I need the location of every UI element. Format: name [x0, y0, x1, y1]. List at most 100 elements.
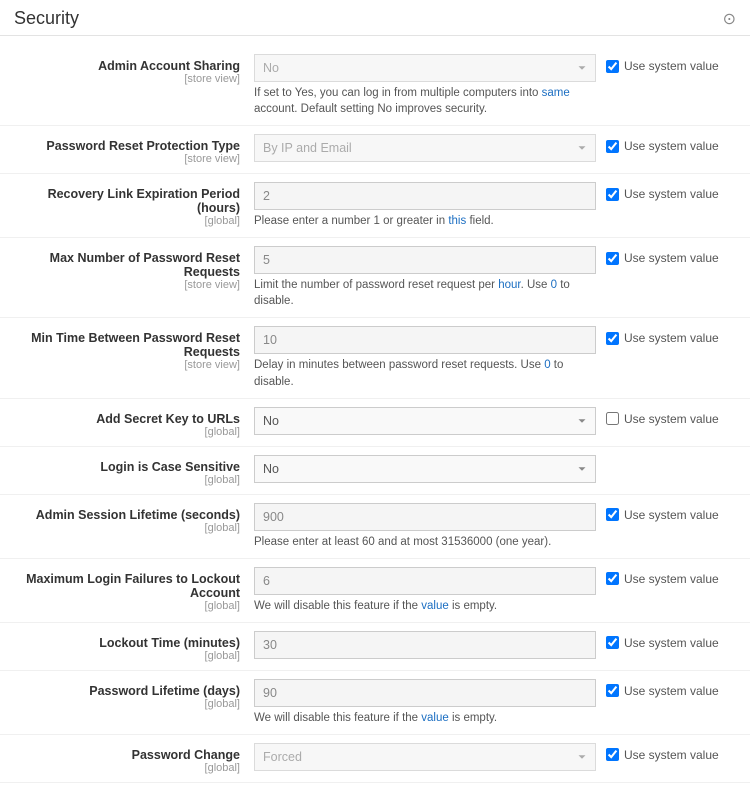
label-col-admin_session_lifetime: Admin Session Lifetime (seconds)[global] [14, 503, 254, 534]
use-system-text-admin_account_sharing: Use system value [624, 59, 719, 73]
label-col-login_case_sensitive: Login is Case Sensitive[global] [14, 455, 254, 486]
label-col-max_password_reset_requests: Max Number of Password Reset Requests[st… [14, 246, 254, 291]
field-note-link-admin_account_sharing[interactable]: same [542, 87, 570, 99]
field-label-min_time_between_resets: Min Time Between Password Reset Requests [14, 331, 240, 359]
use-system-text-recovery_link_expiration_period: Use system value [624, 187, 719, 201]
field-note-min_time_between_resets: Delay in minutes between password reset … [254, 357, 596, 389]
field-label-recovery_link_expiration_period: Recovery Link Expiration Period (hours) [14, 187, 240, 215]
form-row-password_lifetime: Password Lifetime (days)[global]We will … [0, 671, 750, 735]
use-system-label-password_reset_protection_type[interactable]: Use system value [606, 139, 719, 153]
label-col-min_time_between_resets: Min Time Between Password Reset Requests… [14, 326, 254, 371]
select-login_case_sensitive[interactable]: NoYes [254, 455, 596, 483]
select-add_secret_key[interactable]: NoYes [254, 407, 596, 435]
field-note-link-recovery_link_expiration_period[interactable]: this [448, 215, 466, 227]
input-col-admin_account_sharing: NoYesIf set to Yes, you can log in from … [254, 54, 606, 117]
checkbox-col-password_change: Use system value [606, 743, 736, 762]
use-system-label-min_time_between_resets[interactable]: Use system value [606, 331, 719, 345]
checkbox-col-min_time_between_resets: Use system value [606, 326, 736, 345]
form-row-lockout_time: Lockout Time (minutes)[global]Use system… [0, 623, 750, 671]
input-lockout_time[interactable] [254, 631, 596, 659]
use-system-text-max_password_reset_requests: Use system value [624, 251, 719, 265]
input-max_login_failures[interactable] [254, 567, 596, 595]
use-system-label-password_change[interactable]: Use system value [606, 748, 719, 762]
form-row-min_time_between_resets: Min Time Between Password Reset Requests… [0, 318, 750, 398]
input-col-admin_session_lifetime: Please enter at least 60 and at most 315… [254, 503, 606, 550]
field-scope-password_change: [global] [14, 762, 240, 774]
field-label-add_secret_key: Add Secret Key to URLs [14, 412, 240, 426]
field-scope-password_lifetime: [global] [14, 698, 240, 710]
input-col-add_secret_key: NoYes [254, 407, 606, 435]
checkbox-col-add_secret_key: Use system value [606, 407, 736, 426]
input-recovery_link_expiration_period[interactable] [254, 182, 596, 210]
checkbox-col-admin_account_sharing: Use system value [606, 54, 736, 73]
use-system-label-add_secret_key[interactable]: Use system value [606, 412, 719, 426]
field-scope-recovery_link_expiration_period: [global] [14, 215, 240, 227]
use-system-text-password_lifetime: Use system value [624, 684, 719, 698]
use-system-label-admin_account_sharing[interactable]: Use system value [606, 59, 719, 73]
form-row-password_change: Password Change[global]ForcedRecommended… [0, 735, 750, 783]
checkbox-col-password_lifetime: Use system value [606, 679, 736, 698]
checkbox-col-recovery_link_expiration_period: Use system value [606, 182, 736, 201]
field-scope-lockout_time: [global] [14, 650, 240, 662]
use-system-checkbox-admin_account_sharing[interactable] [606, 60, 619, 73]
use-system-checkbox-admin_session_lifetime[interactable] [606, 508, 619, 521]
use-system-checkbox-password_change[interactable] [606, 748, 619, 761]
field-scope-password_reset_protection_type: [store view] [14, 153, 240, 165]
select-password_change[interactable]: ForcedRecommendedRequired [254, 743, 596, 771]
collapse-icon[interactable]: ⊙ [723, 9, 736, 29]
input-col-password_lifetime: We will disable this feature if the valu… [254, 679, 606, 726]
note-link-0[interactable]: 0 [551, 279, 557, 291]
form-row-login_case_sensitive: Login is Case Sensitive[global]NoYes [0, 447, 750, 495]
use-system-label-max_password_reset_requests[interactable]: Use system value [606, 251, 719, 265]
form-row-add_secret_key: Add Secret Key to URLs[global] NoYes Use s… [0, 399, 750, 447]
use-system-checkbox-lockout_time[interactable] [606, 636, 619, 649]
use-system-checkbox-recovery_link_expiration_period[interactable] [606, 188, 619, 201]
use-system-label-admin_session_lifetime[interactable]: Use system value [606, 508, 719, 522]
field-note-admin_session_lifetime: Please enter at least 60 and at most 315… [254, 534, 596, 550]
use-system-label-max_login_failures[interactable]: Use system value [606, 572, 719, 586]
select-admin_account_sharing[interactable]: NoYes [254, 54, 596, 82]
field-label-admin_account_sharing: Admin Account Sharing [14, 59, 240, 73]
use-system-label-lockout_time[interactable]: Use system value [606, 636, 719, 650]
content-area: Admin Account Sharing [store view] NoYesIf… [0, 36, 750, 793]
checkbox-col-max_password_reset_requests: Use system value [606, 246, 736, 265]
use-system-checkbox-password_lifetime[interactable] [606, 684, 619, 697]
input-min_time_between_resets[interactable] [254, 326, 596, 354]
checkbox-col-max_login_failures: Use system value [606, 567, 736, 586]
field-note-recovery_link_expiration_period: Please enter a number 1 or greater in th… [254, 213, 596, 229]
input-col-min_time_between_resets: Delay in minutes between password reset … [254, 326, 606, 389]
page-title: Security [14, 8, 79, 29]
checkbox-col-password_reset_protection_type: Use system value [606, 134, 736, 153]
field-note-link-password_lifetime[interactable]: value [421, 712, 449, 724]
input-col-recovery_link_expiration_period: Please enter a number 1 or greater in th… [254, 182, 606, 229]
field-scope-login_case_sensitive: [global] [14, 474, 240, 486]
note-link-hour[interactable]: hour [498, 279, 520, 291]
field-scope-max_login_failures: [global] [14, 600, 240, 612]
use-system-checkbox-min_time_between_resets[interactable] [606, 332, 619, 345]
field-note-max_login_failures: We will disable this feature if the valu… [254, 598, 596, 614]
field-note-link-min_time_between_resets[interactable]: 0 [544, 359, 550, 371]
field-scope-min_time_between_resets: [store view] [14, 359, 240, 371]
use-system-checkbox-max_login_failures[interactable] [606, 572, 619, 585]
input-col-max_password_reset_requests: Limit the number of password reset reque… [254, 246, 606, 309]
input-max_password_reset_requests[interactable] [254, 246, 596, 274]
input-col-password_change: ForcedRecommendedRequired [254, 743, 606, 771]
use-system-text-add_secret_key: Use system value [624, 412, 719, 426]
select-password_reset_protection_type[interactable]: By IP and EmailBy IPBy EmailNone [254, 134, 596, 162]
field-scope-admin_session_lifetime: [global] [14, 522, 240, 534]
use-system-checkbox-add_secret_key[interactable] [606, 412, 619, 425]
field-note-link-max_login_failures[interactable]: value [421, 600, 449, 612]
form-row-max_login_failures: Maximum Login Failures to Lockout Accoun… [0, 559, 750, 623]
page-header: Security ⊙ [0, 0, 750, 36]
use-system-label-password_lifetime[interactable]: Use system value [606, 684, 719, 698]
form-row-password_reset_protection_type: Password Reset Protection Type[store vie… [0, 126, 750, 174]
label-col-password_change: Password Change[global] [14, 743, 254, 774]
use-system-label-recovery_link_expiration_period[interactable]: Use system value [606, 187, 719, 201]
field-scope-add_secret_key: [global] [14, 426, 240, 438]
use-system-checkbox-password_reset_protection_type[interactable] [606, 140, 619, 153]
input-col-max_login_failures: We will disable this feature if the valu… [254, 567, 606, 614]
use-system-checkbox-max_password_reset_requests[interactable] [606, 252, 619, 265]
input-admin_session_lifetime[interactable] [254, 503, 596, 531]
field-note-max_password_reset_requests: Limit the number of password reset reque… [254, 277, 596, 309]
input-col-lockout_time [254, 631, 606, 659]
